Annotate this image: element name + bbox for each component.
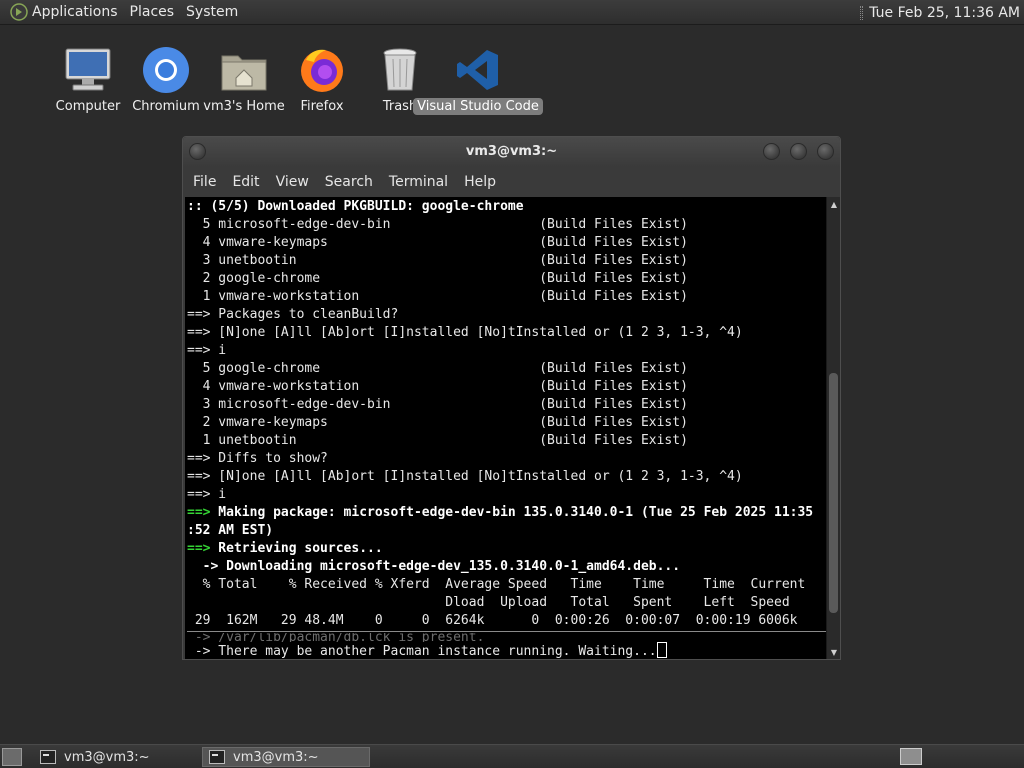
terminal-line: -> There may be another Pacman instance … <box>187 642 827 659</box>
terminal-line: ==> Making package: microsoft-edge-dev-b… <box>187 504 827 522</box>
show-desktop-button[interactable] <box>2 748 22 766</box>
menu-help[interactable]: Help <box>456 174 504 190</box>
terminal-line: 1 unetbootin (Build Files Exist) <box>187 433 688 448</box>
menu-view[interactable]: View <box>268 174 317 190</box>
arrow-prompt: ==> <box>187 505 211 520</box>
desktop-icon-label: vm3's Home <box>203 99 285 114</box>
window-titlebar[interactable]: vm3@vm3:~ <box>183 137 840 167</box>
scroll-up-arrow-icon[interactable]: ▲ <box>827 197 841 211</box>
arrow-prompt: ==> <box>187 541 211 556</box>
making-package-text: Making package: microsoft-edge-dev-bin 1… <box>210 505 814 520</box>
workspace-switcher[interactable] <box>900 748 922 765</box>
computer-icon <box>62 44 114 96</box>
menu-file[interactable]: File <box>185 174 224 190</box>
clock-area: Tue Feb 25, 11:36 AM <box>860 0 1020 25</box>
terminal-line: ==> i <box>187 343 227 358</box>
terminal-line: :52 AM EST) <box>187 523 274 538</box>
home-folder-icon <box>218 44 270 96</box>
desktop-icon-home[interactable]: vm3's Home <box>203 44 285 118</box>
maximize-button[interactable] <box>790 143 807 160</box>
panel-separator <box>860 5 864 20</box>
desktop-icon-chromium[interactable]: Chromium <box>126 44 206 118</box>
output-divider <box>187 631 827 632</box>
desktop-icon-firefox[interactable]: Firefox <box>282 44 362 118</box>
desktop-icon-label: Visual Studio Code <box>413 98 543 115</box>
terminal-icon <box>209 750 225 764</box>
terminal-line: 3 microsoft-edge-dev-bin (Build Files Ex… <box>187 397 688 412</box>
terminal-line: -> /var/lib/pacman/db.lck is present. <box>187 633 485 642</box>
taskbar-item-active[interactable]: vm3@vm3:~ <box>202 747 370 767</box>
system-menu[interactable]: System <box>180 4 244 20</box>
terminal-menubar: File Edit View Search Terminal Help <box>183 167 840 197</box>
terminal-output[interactable]: :: (5/5) Downloaded PKGBUILD: google-chr… <box>185 197 827 659</box>
terminal-line: 5 microsoft-edge-dev-bin (Build Files Ex… <box>187 217 688 232</box>
top-panel: Applications Places System Tue Feb 25, 1… <box>0 0 1024 25</box>
terminal-line: 5 google-chrome (Build Files Exist) <box>187 361 688 376</box>
vscode-icon <box>452 44 504 96</box>
terminal-line: 2 vmware-keymaps (Build Files Exist) <box>187 415 688 430</box>
taskbar-item-label: vm3@vm3:~ <box>64 749 150 765</box>
bottom-panel: vm3@vm3:~ vm3@vm3:~ <box>0 744 1024 768</box>
close-button[interactable] <box>817 143 834 160</box>
terminal-line: 1 vmware-workstation (Build Files Exist) <box>187 289 688 304</box>
firefox-icon <box>296 44 348 96</box>
terminal-line: ==> [N]one [A]ll [Ab]ort [I]nstalled [No… <box>187 325 743 340</box>
terminal-line: ==> Retrieving sources... <box>187 540 827 558</box>
terminal-line: :: (5/5) Downloaded PKGBUILD: google-chr… <box>187 199 524 214</box>
chromium-icon <box>140 44 192 96</box>
desktop-icon-label: Firefox <box>300 99 344 114</box>
menu-edit[interactable]: Edit <box>224 174 267 190</box>
terminal-line: 29 162M 29 48.4M 0 0 6264k 0 0:00:26 0:0… <box>187 613 798 628</box>
trash-icon <box>374 44 426 96</box>
menu-search[interactable]: Search <box>317 174 381 190</box>
menu-terminal[interactable]: Terminal <box>381 174 456 190</box>
terminal-line: ==> Diffs to show? <box>187 451 328 466</box>
terminal-line: % Total % Received % Xferd Average Speed… <box>187 577 806 592</box>
retrieving-text: Retrieving sources... <box>210 541 383 556</box>
taskbar-item-label: vm3@vm3:~ <box>233 749 319 765</box>
mate-logo-icon[interactable] <box>8 1 30 23</box>
clock[interactable]: Tue Feb 25, 11:36 AM <box>869 5 1020 21</box>
desktop-icon-label: Chromium <box>132 99 200 114</box>
desktop-icon-label: Computer <box>55 99 121 114</box>
terminal-line: 4 vmware-workstation (Build Files Exist) <box>187 379 688 394</box>
terminal-line: ==> Packages to cleanBuild? <box>187 307 399 322</box>
desktop-icon-vscode[interactable]: Visual Studio Code <box>413 44 543 118</box>
terminal-icon <box>40 750 56 764</box>
terminal-line: ==> i <box>187 487 227 502</box>
waiting-text: -> There may be another Pacman instance … <box>187 644 657 659</box>
minimize-button[interactable] <box>763 143 780 160</box>
text-cursor <box>656 642 667 658</box>
terminal-window[interactable]: vm3@vm3:~ File Edit View Search Terminal… <box>182 136 841 660</box>
terminal-line: Dload Upload Total Spent Left Speed <box>187 595 790 610</box>
places-menu[interactable]: Places <box>124 4 181 20</box>
terminal-line: -> Downloading microsoft-edge-dev_135.0.… <box>187 559 681 574</box>
window-title: vm3@vm3:~ <box>465 144 558 159</box>
terminal-line: 4 vmware-keymaps (Build Files Exist) <box>187 235 688 250</box>
terminal-line: 3 unetbootin (Build Files Exist) <box>187 253 688 268</box>
terminal-line: ==> [N]one [A]ll [Ab]ort [I]nstalled [No… <box>187 469 743 484</box>
terminal-scrollbar[interactable]: ▲ ▼ <box>826 197 840 659</box>
applications-menu[interactable]: Applications <box>30 4 124 20</box>
scrollbar-thumb[interactable] <box>829 373 838 613</box>
taskbar-item[interactable]: vm3@vm3:~ <box>34 747 198 767</box>
desktop-icon-computer[interactable]: Computer <box>48 44 128 118</box>
scroll-down-arrow-icon[interactable]: ▼ <box>827 645 841 659</box>
terminal-line: 2 google-chrome (Build Files Exist) <box>187 271 688 286</box>
